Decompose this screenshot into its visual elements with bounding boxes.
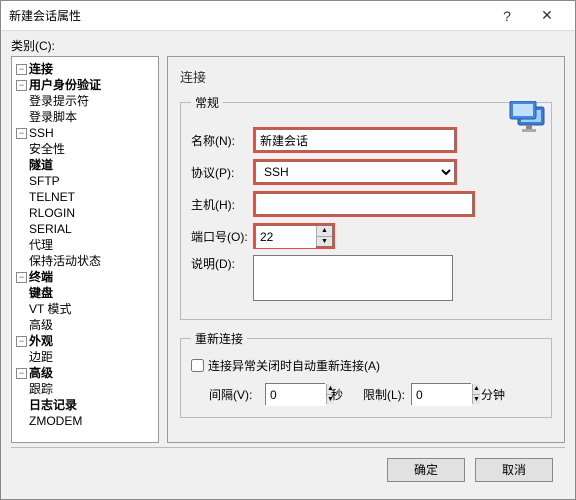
tree-item-log[interactable]: 日志记录 — [14, 397, 156, 413]
tree-item-security[interactable]: 安全性 — [14, 141, 156, 157]
collapse-icon[interactable]: − — [16, 80, 27, 91]
tree-item-ssh[interactable]: − SSH — [14, 125, 156, 141]
limit-label: 限制(L): — [363, 386, 405, 403]
tree-item-advanced[interactable]: − 高级 — [14, 365, 156, 381]
tree-item-terminal[interactable]: − 终端 — [14, 269, 156, 285]
dialog-body: 类别(C): − 连接 − 用户身份验证 — [1, 31, 575, 499]
host-label: 主机(H): — [191, 196, 253, 213]
tree-item-margin[interactable]: 边距 — [14, 349, 156, 365]
minutes-label: 分钟 — [481, 386, 505, 403]
tree-item-telnet[interactable]: TELNET — [14, 189, 156, 205]
tree-item-appearance[interactable]: − 外观 — [14, 333, 156, 349]
tree-item-zmodem[interactable]: ZMODEM — [14, 413, 156, 429]
collapse-icon[interactable]: − — [16, 336, 27, 347]
port-spinner[interactable]: ▲ ▼ — [255, 225, 333, 247]
tree-item-tunnel[interactable]: 隧道 — [14, 157, 156, 173]
spin-up-icon[interactable]: ▲ — [317, 226, 332, 237]
seconds-label: 秒 — [331, 386, 343, 403]
spin-up-icon[interactable]: ▲ — [473, 384, 480, 395]
general-group: 常规 名称(N): 协议(P): SSH 主机(H): 端口号(O): — [180, 94, 552, 320]
tree-item-vtmode[interactable]: VT 模式 — [14, 301, 156, 317]
protocol-select[interactable]: SSH — [255, 161, 455, 183]
spin-down-icon[interactable]: ▼ — [317, 237, 332, 247]
tree-item-sftp[interactable]: SFTP — [14, 173, 156, 189]
close-button[interactable]: ✕ — [527, 1, 567, 31]
window-title: 新建会话属性 — [9, 7, 487, 24]
collapse-icon[interactable]: − — [16, 64, 27, 75]
tree-item-login-script[interactable]: 登录脚本 — [14, 109, 156, 125]
panel-title: 连接 — [180, 67, 552, 86]
titlebar: 新建会话属性 ? ✕ — [1, 1, 575, 31]
help-button[interactable]: ? — [487, 1, 527, 31]
category-label: 类别(C): — [11, 37, 565, 54]
interval-label: 间隔(V): — [209, 386, 259, 403]
name-input[interactable] — [255, 129, 455, 151]
limit-input[interactable] — [412, 384, 472, 406]
dialog-footer: 确定 取消 — [11, 447, 565, 491]
description-textarea[interactable] — [253, 255, 453, 301]
tree-item-auth[interactable]: − 用户身份验证 — [14, 77, 156, 93]
tree-item-proxy[interactable]: 代理 — [14, 237, 156, 253]
tree-item-keyboard[interactable]: 键盘 — [14, 285, 156, 301]
monitor-icon — [508, 101, 548, 135]
limit-spinner[interactable]: ▲ ▼ — [411, 383, 471, 405]
name-label: 名称(N): — [191, 132, 253, 149]
reconnect-group: 重新连接 连接异常关闭时自动重新连接(A) 间隔(V): ▲ ▼ — [180, 330, 552, 418]
general-legend: 常规 — [191, 94, 223, 111]
collapse-icon[interactable]: − — [16, 368, 27, 379]
host-input[interactable] — [255, 193, 473, 215]
main-area: − 连接 − 用户身份验证 登录提示符 登录 — [11, 56, 565, 443]
cancel-button[interactable]: 取消 — [475, 458, 553, 482]
spin-down-icon[interactable]: ▼ — [473, 395, 480, 405]
interval-spinner[interactable]: ▲ ▼ — [265, 383, 325, 405]
collapse-icon[interactable]: − — [16, 272, 27, 283]
port-label: 端口号(O): — [191, 228, 253, 245]
tree-item-trace[interactable]: 跟踪 — [14, 381, 156, 397]
ok-button[interactable]: 确定 — [387, 458, 465, 482]
tree-item-rlogin[interactable]: RLOGIN — [14, 205, 156, 221]
protocol-label: 协议(P): — [191, 164, 253, 181]
tree-item-connection[interactable]: − 连接 — [14, 61, 156, 77]
dialog-window: 新建会话属性 ? ✕ 类别(C): − 连接 − — [0, 0, 576, 500]
tree-item-login-prompt[interactable]: 登录提示符 — [14, 93, 156, 109]
auto-reconnect-checkbox[interactable]: 连接异常关闭时自动重新连接(A) — [191, 357, 380, 374]
port-input[interactable] — [256, 226, 316, 248]
interval-input[interactable] — [266, 384, 326, 406]
tree-item-advanced-terminal[interactable]: 高级 — [14, 317, 156, 333]
tree-item-serial[interactable]: SERIAL — [14, 221, 156, 237]
desc-label: 说明(D): — [191, 255, 253, 272]
settings-panel: 连接 常规 名称(N): 协议(P): — [167, 56, 565, 443]
auto-reconnect-input[interactable] — [191, 359, 204, 372]
category-tree[interactable]: − 连接 − 用户身份验证 登录提示符 登录 — [11, 56, 159, 443]
collapse-icon[interactable]: − — [16, 128, 27, 139]
auto-reconnect-label: 连接异常关闭时自动重新连接(A) — [208, 357, 380, 374]
reconnect-legend: 重新连接 — [191, 330, 247, 347]
tree-item-keepalive[interactable]: 保持活动状态 — [14, 253, 156, 269]
